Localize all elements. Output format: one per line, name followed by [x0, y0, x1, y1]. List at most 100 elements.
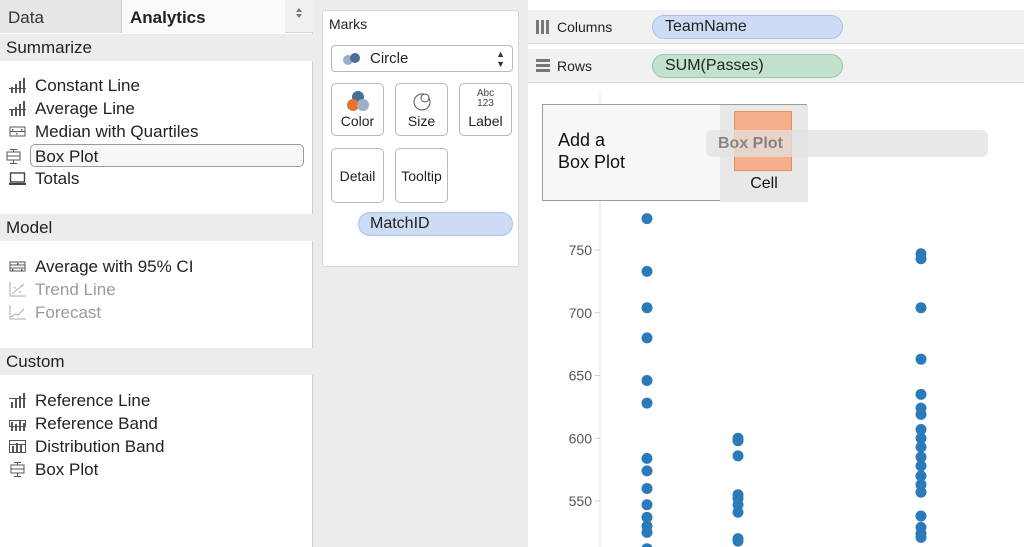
drop-line-1: Add a [558, 130, 606, 150]
dragged-box-plot[interactable]: Box Plot [706, 130, 988, 157]
data-point[interactable] [915, 253, 927, 265]
color-icon [346, 91, 369, 111]
data-point[interactable] [732, 435, 744, 447]
data-point[interactable] [641, 452, 653, 464]
data-point[interactable] [915, 388, 927, 400]
mark-type-value: Circle [370, 50, 409, 67]
item-label: Forecast [35, 303, 102, 322]
item-label: Distribution Band [35, 437, 165, 456]
rows-label: Rows [557, 58, 593, 74]
section-summarize-header: Summarize [0, 34, 313, 61]
analytics-item-forecast: Forecast [6, 301, 304, 324]
drop-instruction: Add a Box Plot [558, 129, 625, 173]
analytics-item-average-line[interactable]: Average Line [6, 97, 304, 120]
item-label: Reference Band [35, 414, 158, 433]
data-point[interactable] [641, 332, 653, 344]
box-plot-icon [10, 462, 25, 477]
data-point[interactable] [915, 408, 927, 420]
data-point[interactable] [641, 213, 653, 225]
item-label: Box Plot [35, 460, 99, 479]
data-point[interactable] [641, 526, 653, 538]
label-button[interactable]: Abc 123 Label [459, 83, 512, 136]
sum-passes-pill[interactable]: SUM(Passes) [652, 54, 843, 78]
analytics-item-reference-line[interactable]: Reference Line [6, 389, 304, 412]
circle-mark-icon [343, 53, 360, 65]
analytics-item-box-plot[interactable]: Box Plot [6, 458, 304, 481]
data-point[interactable] [732, 506, 744, 518]
drop-line-2: Box Plot [558, 152, 626, 172]
y-tick-label: 700 [569, 305, 593, 321]
data-point[interactable] [915, 302, 927, 314]
detail-button[interactable]: Detail [331, 148, 384, 203]
average-line-icon [9, 101, 26, 116]
forecast-icon [9, 305, 26, 320]
label-label: Label [468, 113, 503, 129]
y-tick-label: 750 [569, 242, 593, 258]
section-custom-header: Custom [0, 348, 313, 375]
section-model-header: Model [0, 214, 313, 241]
analytics-item-average-ci[interactable]: Average with 95% CI [6, 255, 304, 278]
data-point[interactable] [641, 543, 653, 547]
analytics-item-trend-line: Trend Line [6, 278, 304, 301]
color-label: Color [340, 113, 375, 129]
data-point[interactable] [915, 510, 927, 522]
marks-card: Marks Circle ▲ ▼ Color Size Abc 123 Label … [322, 10, 519, 267]
analytics-item-distribution-band[interactable]: Distribution Band [6, 435, 304, 458]
data-point[interactable] [915, 531, 927, 543]
reference-band-icon [9, 420, 26, 431]
data-point[interactable] [641, 465, 653, 477]
tab-analytics[interactable]: Analytics [122, 0, 285, 33]
mark-type-dropdown[interactable]: Circle ▲ ▼ [331, 45, 513, 72]
marks-title: Marks [329, 16, 368, 32]
tooltip-button[interactable]: Tooltip [395, 148, 448, 203]
pane-tabs: Data Analytics [0, 0, 313, 33]
median-quartiles-icon [9, 126, 26, 137]
constant-line-icon [9, 78, 26, 93]
item-label: Constant Line [35, 76, 140, 95]
columns-icon [536, 20, 549, 34]
teamname-pill[interactable]: TeamName [652, 15, 843, 39]
item-label: Average Line [35, 99, 135, 118]
size-icon [413, 93, 430, 111]
analytics-pane: Data Analytics Summarize Constant Line A… [0, 0, 313, 547]
detail-label: Detail [339, 168, 376, 184]
data-point[interactable] [641, 499, 653, 511]
box-plot-icon [6, 149, 21, 164]
rows-shelf[interactable]: Rows SUM(Passes) [528, 49, 1024, 83]
rows-icon [536, 59, 550, 72]
trend-line-icon [9, 282, 26, 297]
size-button[interactable]: Size [395, 83, 448, 136]
item-label: Box Plot [35, 147, 99, 166]
distribution-band-icon [9, 440, 26, 453]
item-label: Totals [35, 169, 80, 188]
y-tick-label: 600 [569, 430, 593, 446]
color-button[interactable]: Color [331, 83, 384, 136]
size-label: Size [407, 113, 436, 129]
totals-icon [9, 172, 26, 185]
analytics-item-constant-line[interactable]: Constant Line [6, 74, 304, 97]
data-point[interactable] [915, 441, 927, 453]
columns-shelf[interactable]: Columns TeamName [528, 10, 1024, 44]
data-point[interactable] [641, 265, 653, 277]
data-point[interactable] [641, 375, 653, 387]
tab-data[interactable]: Data [0, 0, 122, 33]
matchid-pill[interactable]: MatchID [358, 212, 513, 236]
data-point[interactable] [732, 450, 744, 462]
tooltip-label: Tooltip [401, 168, 442, 184]
analytics-item-box-plot-selected[interactable]: Box Plot [6, 144, 304, 167]
data-point[interactable] [915, 353, 927, 365]
analytics-item-reference-band[interactable]: Reference Band [6, 412, 304, 435]
item-label: Reference Line [35, 391, 151, 410]
y-tick-label: 550 [569, 493, 593, 509]
data-point[interactable] [732, 535, 744, 547]
data-point[interactable] [915, 460, 927, 472]
item-label: Median with Quartiles [35, 122, 199, 141]
analytics-item-totals[interactable]: Totals [6, 167, 304, 190]
dropdown-arrow-icon[interactable] [285, 0, 313, 33]
data-point[interactable] [641, 482, 653, 494]
data-point[interactable] [915, 486, 927, 498]
data-point[interactable] [641, 302, 653, 314]
data-point[interactable] [641, 397, 653, 409]
analytics-item-median-quartiles[interactable]: Median with Quartiles [6, 120, 304, 143]
chevron-updown-icon: ▲ ▼ [496, 49, 505, 69]
